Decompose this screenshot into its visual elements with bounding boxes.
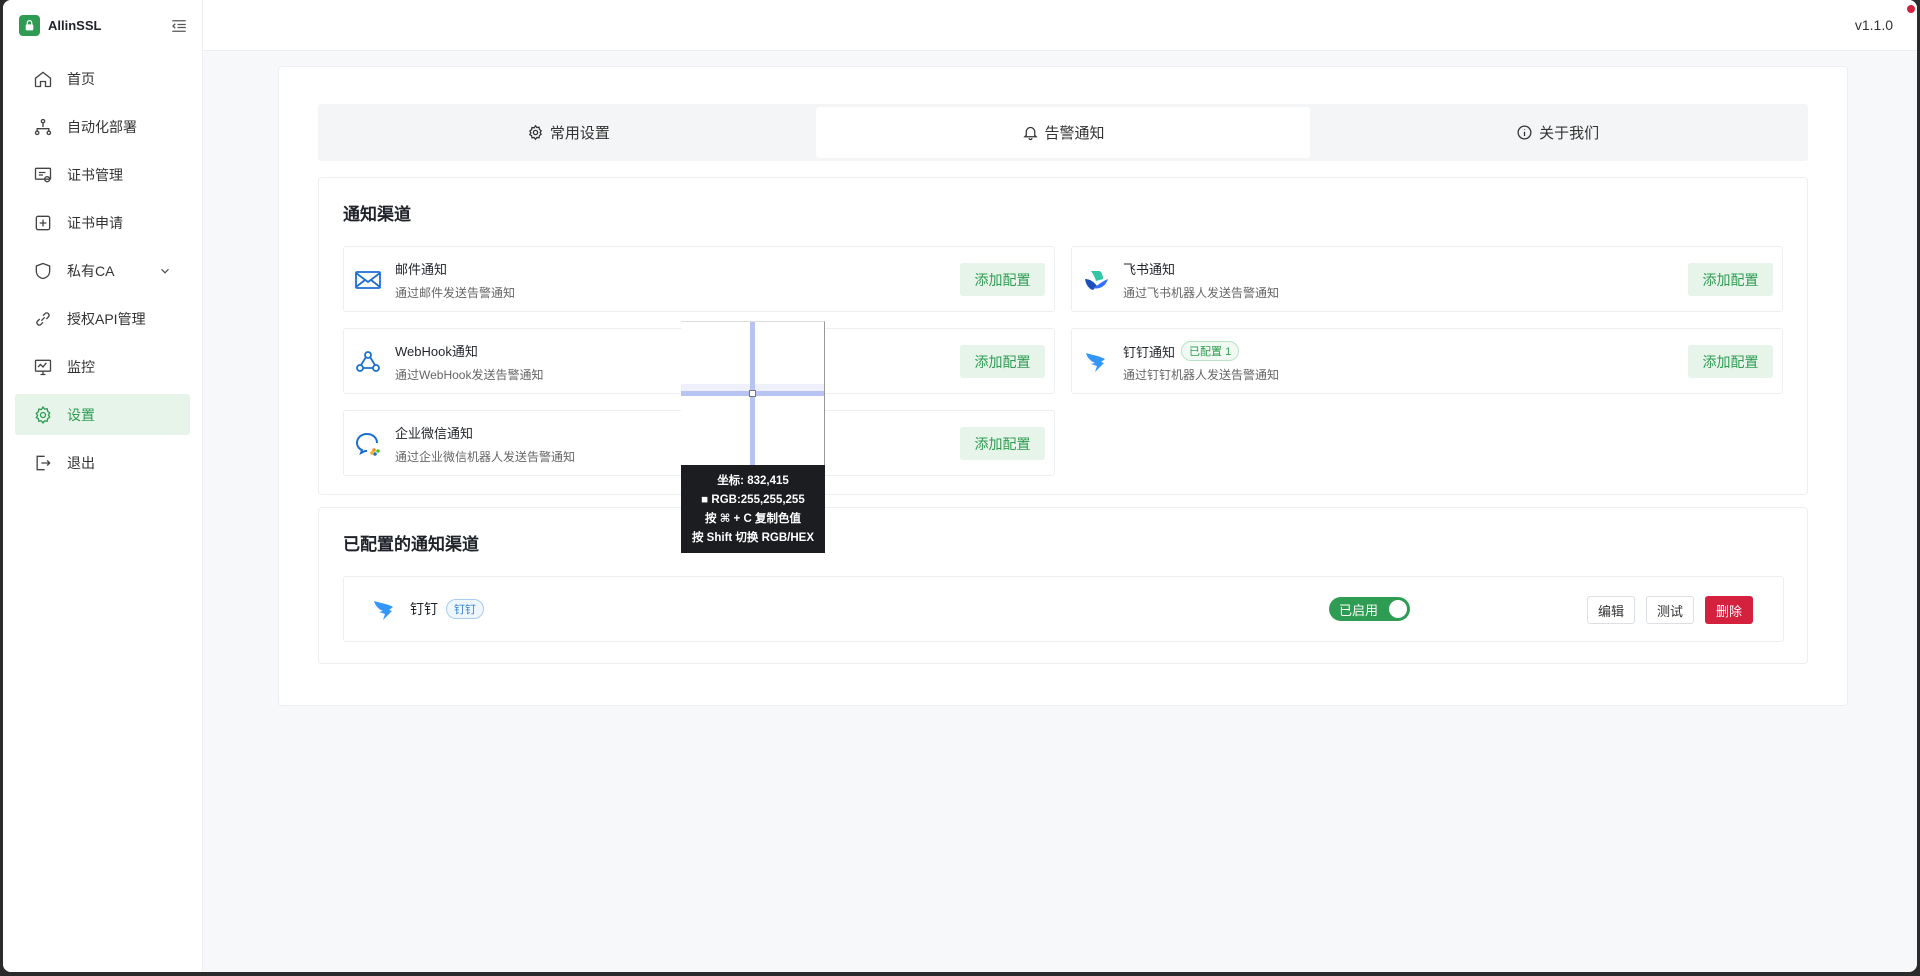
channel-feishu: 飞书通知 通过飞书机器人发送告警通知 添加配置 bbox=[1071, 246, 1783, 312]
sidebar-item-cert-apply[interactable]: 证书申请 bbox=[15, 202, 190, 243]
sidebar-item-automation[interactable]: 自动化部署 bbox=[15, 106, 190, 147]
channel-name: WebHook通知 bbox=[395, 344, 478, 359]
channel-desc: 通过WebHook发送告警通知 bbox=[395, 368, 544, 382]
chevron-down-icon bbox=[161, 268, 169, 274]
sidebar-item-label: 私有CA bbox=[67, 262, 115, 279]
sidebar-item-label: 授权API管理 bbox=[67, 310, 146, 327]
sidebar-item-label: 设置 bbox=[67, 406, 95, 423]
plus-square-icon bbox=[35, 215, 51, 230]
configured-count-badge: 已配置 1 bbox=[1181, 341, 1240, 361]
sidebar-item-label: 退出 bbox=[67, 454, 95, 471]
configured-channel-row: 钉钉 钉钉 已启用 编辑 测试 删除 bbox=[343, 576, 1784, 642]
tab-label: 告警通知 bbox=[1044, 125, 1105, 142]
section-title: 已配置的通知渠道 bbox=[343, 535, 479, 554]
picker-magnifier bbox=[681, 321, 825, 465]
gear-icon bbox=[528, 124, 542, 141]
top-bar: v1.1.0 bbox=[203, 0, 1917, 51]
picker-copy-hint: 按 ⌘ + C 复制色值 bbox=[705, 513, 801, 525]
channel-name: 企业微信通知 bbox=[395, 426, 474, 441]
channel-desc: 通过钉钉机器人发送告警通知 bbox=[1123, 368, 1280, 382]
add-config-button[interactable]: 添加配置 bbox=[1688, 345, 1773, 378]
sidebar-nav: 首页 自动化部署 证书管理 证书申请 私有CA 授权API管理 监控 设置 退出 bbox=[3, 51, 202, 497]
api-link-icon bbox=[36, 311, 50, 326]
wecom-icon bbox=[355, 433, 380, 456]
certificate-icon bbox=[34, 167, 52, 182]
sidebar-item-settings[interactable]: 设置 bbox=[15, 394, 190, 435]
app-name: AllinSSL bbox=[48, 18, 102, 33]
notification-channels-section: 通知渠道 邮件通知 通过邮件发送告警通知 添加配置 飞书通知 通过飞书机器人发送… bbox=[318, 177, 1808, 495]
workflow-icon bbox=[34, 118, 52, 135]
app-window: AllinSSL 首页 自动化部署 证书管理 证书申请 私有CA 授权API管理… bbox=[3, 0, 1917, 972]
channel-desc: 通过企业微信机器人发送告警通知 bbox=[395, 450, 576, 464]
color-picker-overlay: 坐标: 832,415 ■ RGB:255,255,255 按 ⌘ + C 复制… bbox=[681, 321, 825, 553]
collapse-sidebar-icon[interactable] bbox=[170, 17, 188, 35]
channel-desc: 通过飞书机器人发送告警通知 bbox=[1123, 286, 1280, 300]
tab-label: 常用设置 bbox=[549, 125, 610, 142]
add-config-button[interactable]: 添加配置 bbox=[960, 263, 1045, 296]
sidebar-item-api[interactable]: 授权API管理 bbox=[15, 298, 190, 339]
channel-email: 邮件通知 通过邮件发送告警通知 添加配置 bbox=[343, 246, 1055, 312]
picker-switch-hint: 按 Shift 切换 RGB/HEX bbox=[691, 532, 815, 544]
sidebar-item-certificates[interactable]: 证书管理 bbox=[15, 154, 190, 195]
test-button[interactable]: 测试 bbox=[1646, 596, 1694, 624]
app-logo-icon bbox=[19, 15, 40, 36]
add-config-button[interactable]: 添加配置 bbox=[960, 427, 1045, 460]
version-label: v1.1.0 bbox=[1854, 17, 1893, 33]
bell-icon bbox=[1022, 126, 1038, 141]
feishu-icon bbox=[1085, 271, 1108, 290]
channel-name: 邮件通知 bbox=[395, 262, 448, 277]
gear-icon bbox=[35, 405, 51, 424]
picker-rgb: ■ RGB:255,255,255 bbox=[701, 494, 805, 506]
tab-about-us[interactable]: 关于我们 bbox=[1310, 107, 1805, 158]
edit-button[interactable]: 编辑 bbox=[1587, 596, 1635, 624]
channel-name: 飞书通知 bbox=[1123, 262, 1176, 277]
section-title: 通知渠道 bbox=[343, 205, 411, 224]
channel-dingtalk: 钉钉通知 已配置 1 通过钉钉机器人发送告警通知 添加配置 bbox=[1071, 328, 1783, 394]
delete-button[interactable]: 删除 bbox=[1705, 596, 1753, 624]
toggle-knob bbox=[1389, 600, 1407, 618]
toggle-label: 已启用 bbox=[1339, 602, 1379, 618]
mail-icon bbox=[355, 271, 381, 289]
sidebar-item-label: 证书申请 bbox=[67, 214, 123, 231]
sidebar: AllinSSL 首页 自动化部署 证书管理 证书申请 私有CA 授权API管理… bbox=[3, 0, 203, 972]
sidebar-item-private-ca[interactable]: 私有CA bbox=[15, 250, 190, 291]
add-config-button[interactable]: 添加配置 bbox=[960, 345, 1045, 378]
dingtalk-icon bbox=[374, 601, 393, 620]
dingtalk-icon bbox=[1086, 353, 1105, 372]
settings-tabs: 常用设置 告警通知 关于我们 bbox=[318, 104, 1808, 161]
info-icon bbox=[1517, 125, 1532, 140]
settings-card: 常用设置 告警通知 关于我们 通知渠道 邮件通知 通过邮件发送告警通知 添加配置 bbox=[278, 66, 1848, 706]
logout-icon bbox=[36, 455, 51, 470]
sidebar-item-home[interactable]: 首页 bbox=[15, 58, 190, 99]
channel-type-tag: 钉钉 bbox=[446, 599, 484, 619]
picker-coords: 坐标: 832,415 bbox=[717, 475, 789, 487]
configured-channels-section: 已配置的通知渠道 钉钉 钉钉 已启用 编辑 测试 删除 bbox=[318, 507, 1808, 664]
channel-desc: 通过邮件发送告警通知 bbox=[395, 286, 516, 300]
configured-channel-name: 钉钉 钉钉 bbox=[410, 599, 484, 619]
sidebar-item-label: 监控 bbox=[67, 358, 95, 375]
home-icon bbox=[34, 70, 52, 87]
tab-general-settings[interactable]: 常用设置 bbox=[321, 107, 816, 158]
sidebar-item-label: 自动化部署 bbox=[67, 118, 137, 135]
sidebar-item-monitor[interactable]: 监控 bbox=[15, 346, 190, 387]
tab-label: 关于我们 bbox=[1539, 125, 1600, 142]
enabled-toggle[interactable]: 已启用 bbox=[1329, 597, 1410, 621]
brand: AllinSSL bbox=[3, 0, 202, 51]
picker-info-panel: 坐标: 832,415 ■ RGB:255,255,255 按 ⌘ + C 复制… bbox=[681, 465, 825, 553]
sidebar-item-label: 证书管理 bbox=[67, 166, 123, 183]
channel-name: 钉钉通知 已配置 1 bbox=[1123, 341, 1240, 361]
add-config-button[interactable]: 添加配置 bbox=[1688, 263, 1773, 296]
shield-icon bbox=[35, 262, 51, 279]
webhook-icon bbox=[356, 351, 380, 372]
monitor-icon bbox=[34, 359, 52, 375]
notification-dot bbox=[1907, 5, 1915, 13]
tab-alert-notifications[interactable]: 告警通知 bbox=[815, 107, 1311, 158]
sidebar-item-logout[interactable]: 退出 bbox=[15, 442, 190, 483]
sidebar-item-label: 首页 bbox=[67, 70, 95, 87]
picker-crosshair bbox=[749, 390, 756, 397]
